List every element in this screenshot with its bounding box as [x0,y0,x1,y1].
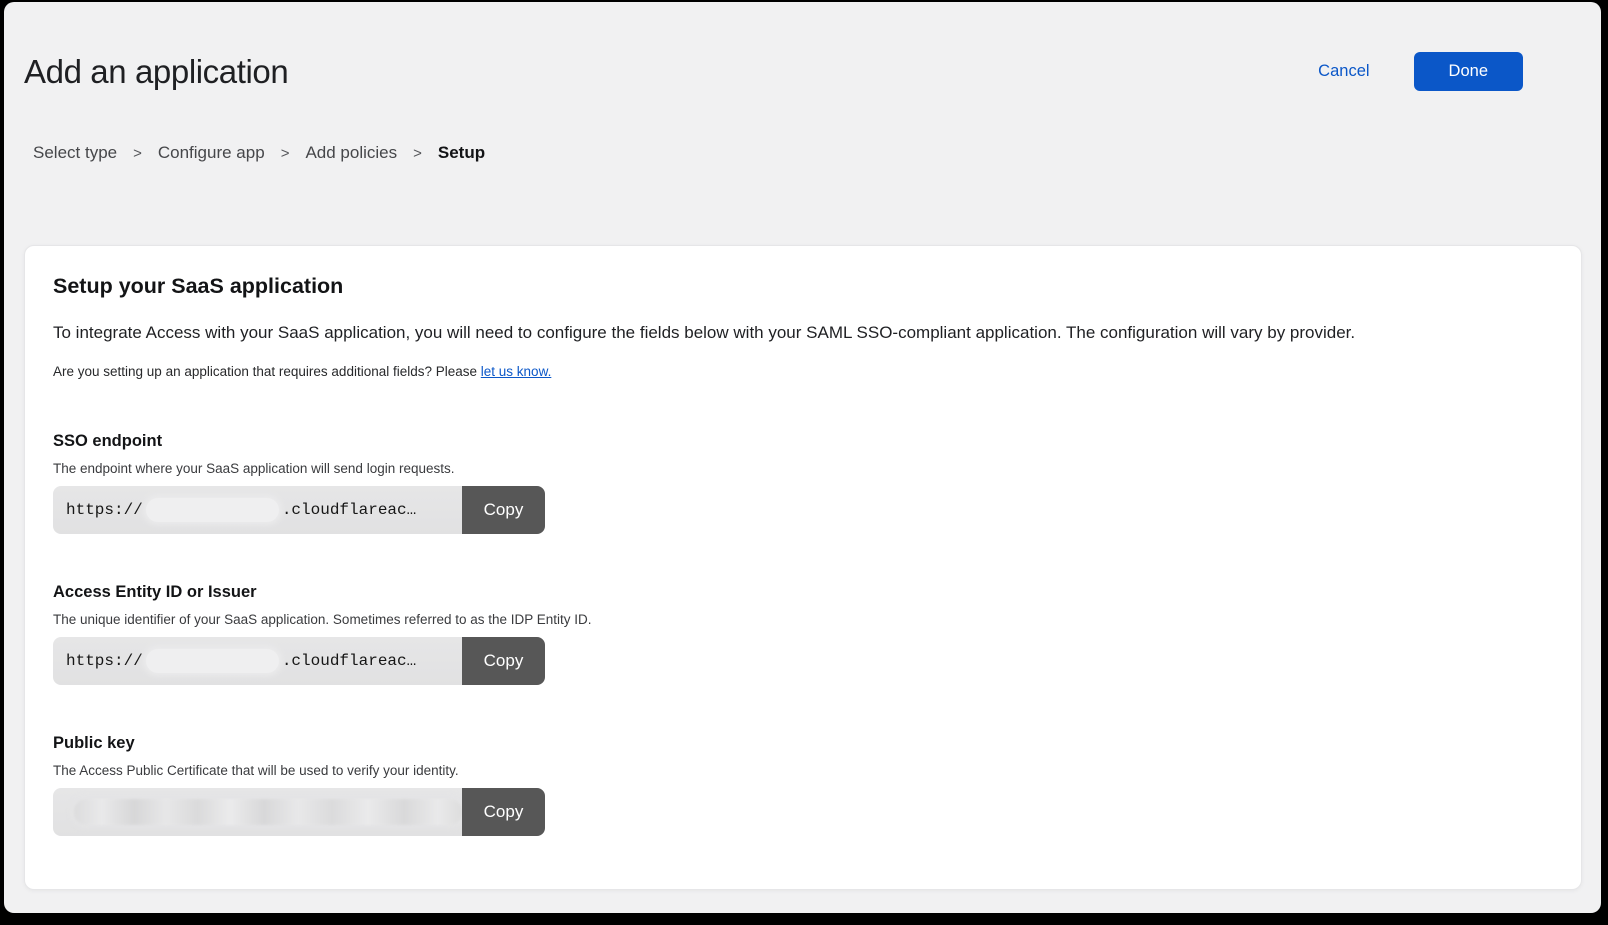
additional-fields-note: Are you setting up an application that r… [53,364,1553,379]
breadcrumb-step-setup: Setup [438,143,485,163]
let-us-know-link[interactable]: let us know. [481,364,552,379]
public-key-copy-button[interactable]: Copy [462,788,545,836]
page-header: Add an application Cancel Done [4,2,1601,91]
sso-endpoint-value: https:// .cloudflareac… [53,486,462,534]
public-key-value-row: Copy [53,788,545,836]
breadcrumb-step-configure-app[interactable]: Configure app [158,143,265,163]
url-suffix: .cloudflareac… [282,501,416,519]
public-key-field-group: Public key The Access Public Certificate… [53,734,1553,836]
cancel-button[interactable]: Cancel [1318,62,1369,81]
setup-card: Setup your SaaS application To integrate… [24,245,1582,890]
sso-endpoint-field-group: SSO endpoint The endpoint where your Saa… [53,432,1553,534]
breadcrumb: Select type > Configure app > Add polici… [33,143,1601,163]
sso-endpoint-label: SSO endpoint [53,432,1553,451]
page-title: Add an application [24,53,288,91]
url-suffix: .cloudflareac… [282,652,416,670]
url-prefix: https:// [66,652,143,670]
done-button[interactable]: Done [1414,52,1523,91]
breadcrumb-separator: > [281,145,290,162]
access-entity-id-field-group: Access Entity ID or Issuer The unique id… [53,583,1553,685]
public-key-value [53,788,462,836]
public-key-description: The Access Public Certificate that will … [53,763,1553,778]
access-entity-id-description: The unique identifier of your SaaS appli… [53,612,1553,627]
breadcrumb-step-add-policies[interactable]: Add policies [305,143,397,163]
sso-endpoint-description: The endpoint where your SaaS application… [53,461,1553,476]
redacted-value-blur [146,649,279,673]
app-window: Add an application Cancel Done Select ty… [4,2,1601,913]
card-heading: Setup your SaaS application [53,274,1553,299]
url-prefix: https:// [66,501,143,519]
public-key-label: Public key [53,734,1553,753]
access-entity-id-label: Access Entity ID or Issuer [53,583,1553,602]
breadcrumb-separator: > [413,145,422,162]
breadcrumb-step-select-type[interactable]: Select type [33,143,117,163]
access-entity-id-value-row: https:// .cloudflareac… Copy [53,637,545,685]
access-entity-id-value: https:// .cloudflareac… [53,637,462,685]
sso-endpoint-value-row: https:// .cloudflareac… Copy [53,486,545,534]
access-entity-id-copy-button[interactable]: Copy [462,637,545,685]
note-text: Are you setting up an application that r… [53,364,481,379]
card-intro: To integrate Access with your SaaS appli… [53,323,1553,343]
breadcrumb-separator: > [133,145,142,162]
sso-endpoint-copy-button[interactable]: Copy [462,486,545,534]
redacted-value-blur [146,498,279,522]
redacted-certificate-blur [74,799,462,825]
header-actions: Cancel Done [1318,52,1523,91]
